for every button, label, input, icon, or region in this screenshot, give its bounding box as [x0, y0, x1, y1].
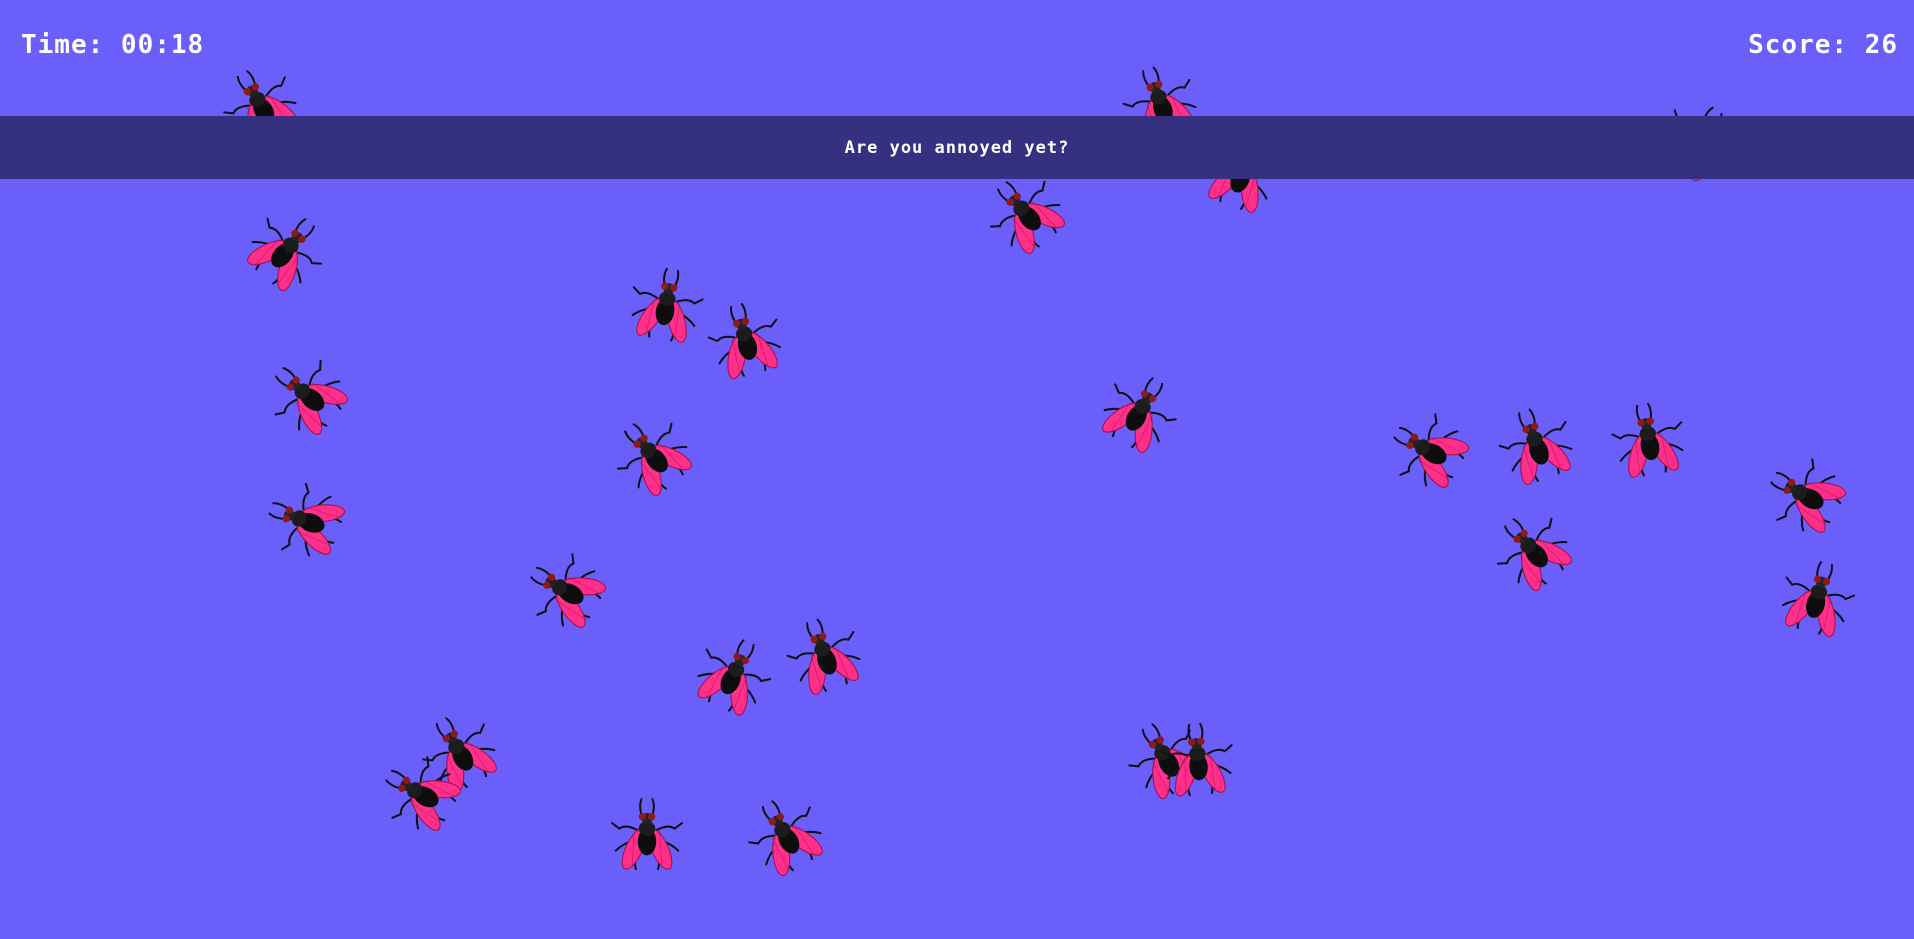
- housefly-icon[interactable]: [1743, 433, 1869, 559]
- housefly-icon[interactable]: [1596, 388, 1703, 495]
- housefly-icon[interactable]: [243, 331, 373, 461]
- banner-message: Are you annoyed yet?: [844, 137, 1070, 158]
- housefly-icon[interactable]: [1761, 543, 1874, 656]
- housefly-icon[interactable]: [1148, 711, 1248, 811]
- housefly-icon[interactable]: [601, 790, 693, 882]
- housefly-icon[interactable]: [723, 773, 849, 899]
- housefly-icon[interactable]: [588, 391, 718, 521]
- housefly-icon[interactable]: [247, 462, 365, 580]
- housefly-icon[interactable]: [1366, 388, 1492, 514]
- housefly-icon[interactable]: [766, 597, 884, 715]
- housefly-icon[interactable]: [503, 528, 629, 654]
- housefly-icon[interactable]: [1076, 350, 1202, 476]
- housefly-icon[interactable]: [221, 186, 351, 316]
- timer-display: Time: 00:18: [21, 30, 205, 60]
- housefly-icon[interactable]: [1468, 486, 1598, 616]
- message-banner: Are you annoyed yet?: [0, 116, 1914, 179]
- score-display: Score: 26: [1748, 30, 1898, 60]
